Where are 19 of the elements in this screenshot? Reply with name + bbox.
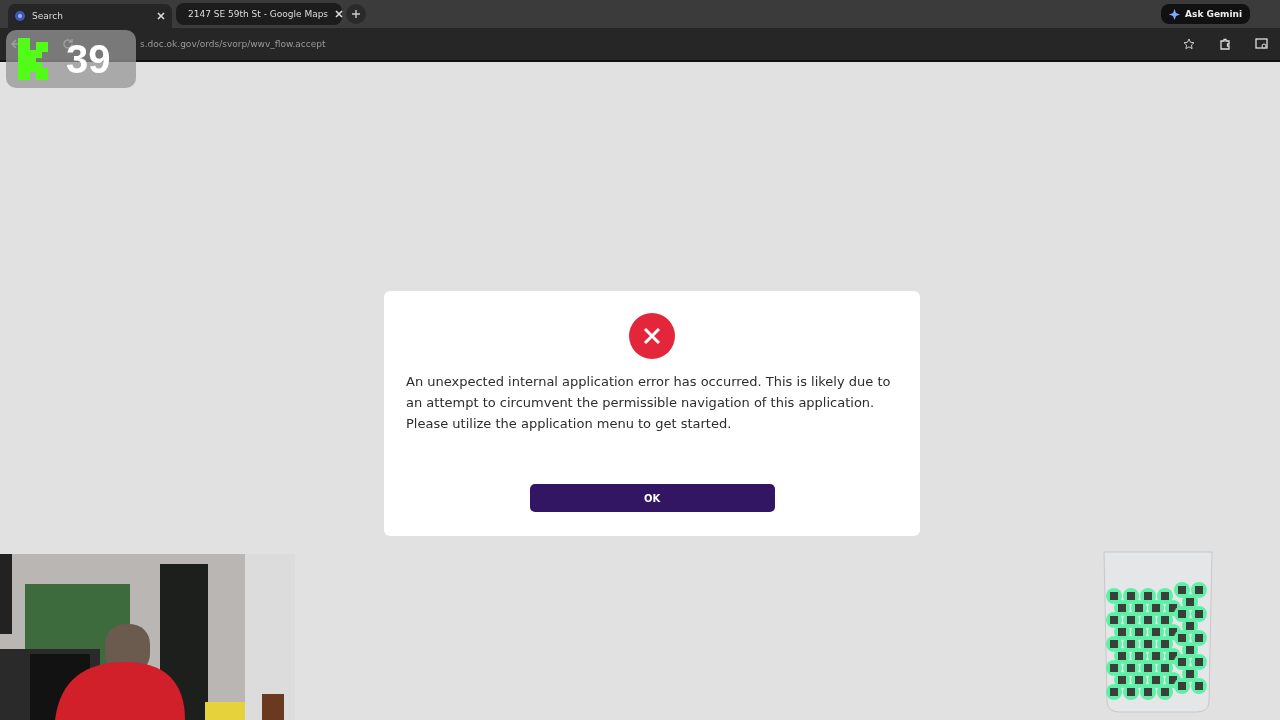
close-icon bbox=[156, 11, 166, 21]
puzzle-icon bbox=[1219, 38, 1231, 50]
sparkle-icon bbox=[14, 10, 26, 22]
address-field[interactable]: s.doc.ok.gov/ords/svorp/wwv_flow.accept bbox=[140, 39, 326, 49]
new-tab-button[interactable] bbox=[346, 4, 366, 24]
ok-button[interactable]: OK bbox=[529, 484, 775, 512]
window-search-icon bbox=[1255, 38, 1268, 50]
browser-tab[interactable]: 2147 SE 59th St - Google Maps bbox=[176, 3, 342, 25]
error-message: An unexpected internal application error has occurred. This is likely due to an attempt to circumvent the permissible navigation of this application. Please utilize the application menu to get started. bbox=[406, 373, 892, 433]
star-icon bbox=[1183, 38, 1195, 50]
tab-title: 2147 SE 59th St - Google Maps bbox=[188, 9, 329, 19]
tab-title: Search bbox=[32, 11, 64, 21]
counter-number: 39 bbox=[66, 36, 111, 82]
error-icon bbox=[629, 313, 675, 359]
plus-icon bbox=[351, 9, 361, 19]
ask-button[interactable]: Ask Gemini bbox=[1161, 4, 1250, 24]
browser-tab[interactable]: Search bbox=[8, 4, 172, 28]
sparkle-icon bbox=[1169, 8, 1181, 20]
close-icon bbox=[334, 9, 345, 19]
